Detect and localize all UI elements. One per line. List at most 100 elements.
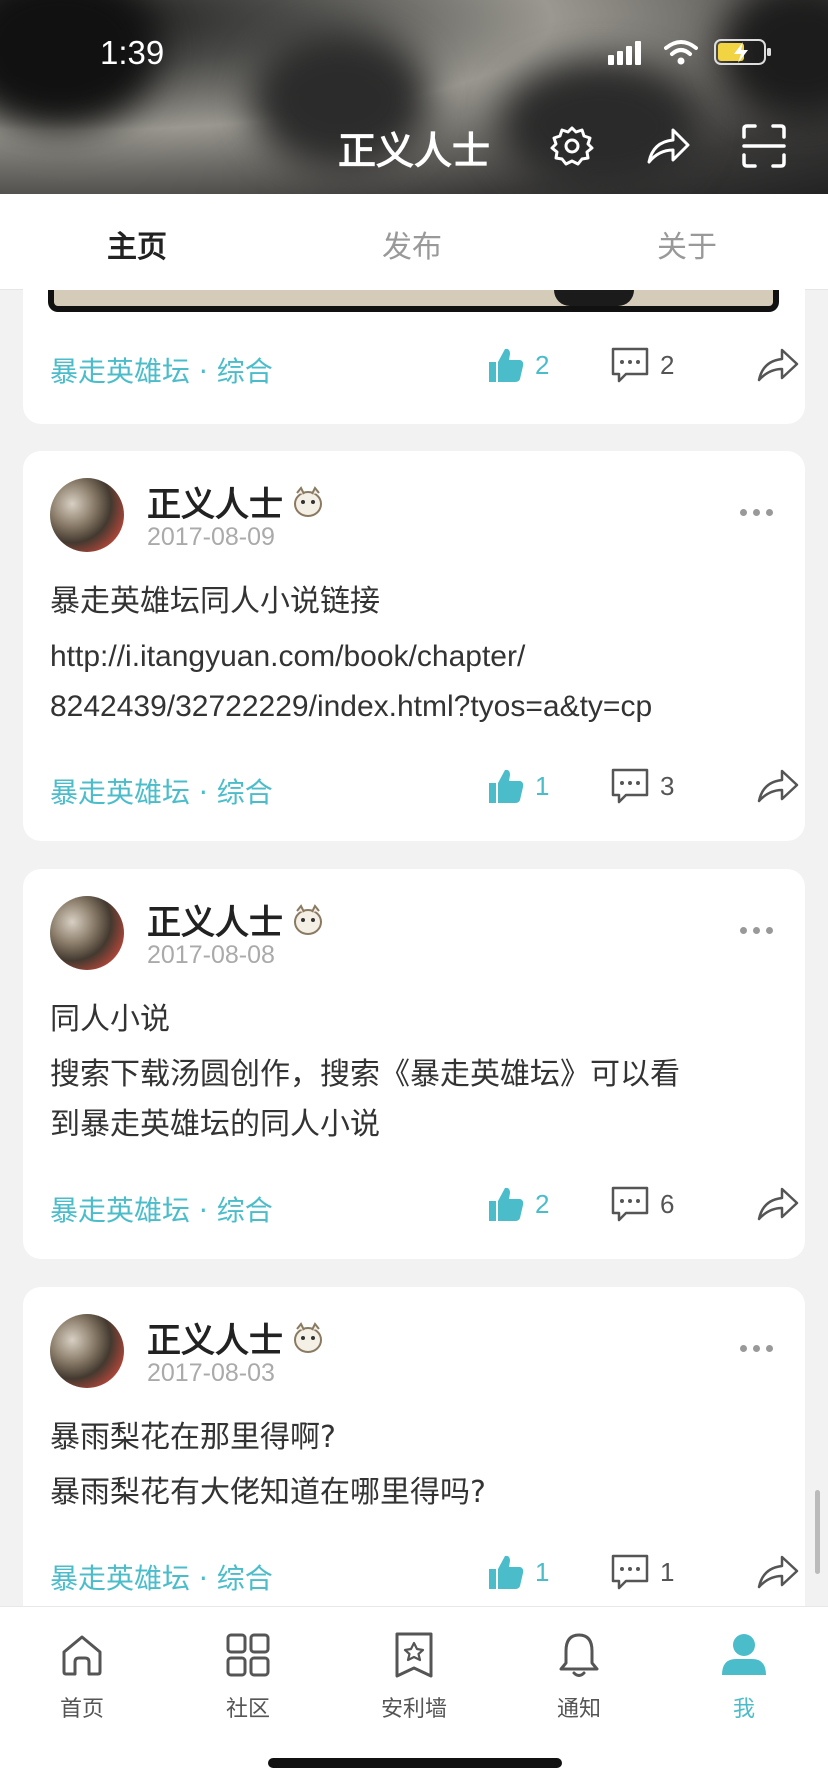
post-title: 同人小说 <box>50 1002 170 1037</box>
avatar[interactable] <box>50 896 124 970</box>
grid-icon <box>226 1633 270 1677</box>
nav-me[interactable]: 我 <box>684 1625 804 1723</box>
comment-icon <box>611 768 649 804</box>
share-profile-button[interactable] <box>644 122 692 170</box>
comment-button[interactable]: 3 <box>610 767 674 805</box>
like-button[interactable]: 2 <box>487 346 549 384</box>
home-indicator[interactable] <box>268 1758 562 1768</box>
post-body: 暴雨梨花有大佬知道在哪里得吗? <box>50 1475 486 1510</box>
comment-count: 2 <box>660 349 675 380</box>
author-name-text: 正义人士 <box>147 485 283 525</box>
wifi-icon <box>664 40 698 65</box>
card-footer: 暴走英雄坛 · 综合 2 2 <box>50 346 799 390</box>
author-name-text: 正义人士 <box>147 1321 283 1361</box>
nav-label: 首页 <box>59 1697 104 1722</box>
post-image[interactable] <box>48 290 779 312</box>
mascot-badge-icon <box>294 485 322 517</box>
tab-posts[interactable]: 发布 <box>382 222 442 266</box>
post-link[interactable]: 8242439/32722229/index.html?tyos=a&ty=cp <box>50 682 652 732</box>
nav-label: 安利墙 <box>380 1697 447 1722</box>
share-button[interactable] <box>756 1185 800 1227</box>
post-body: 到暴走英雄坛的同人小说 <box>50 1107 380 1142</box>
share-button[interactable] <box>756 1553 800 1595</box>
thumbs-up-icon <box>489 1555 524 1589</box>
more-options-button[interactable] <box>740 509 773 516</box>
mascot-badge-icon <box>294 903 322 935</box>
nav-label: 我 <box>732 1697 755 1722</box>
nav-notifications[interactable]: 通知 <box>519 1625 639 1723</box>
share-arrow-icon <box>647 128 690 164</box>
comment-icon <box>611 347 649 383</box>
header-title: 正义人士 <box>338 129 491 173</box>
card-footer: 暴走英雄坛 · 综合 2 6 <box>50 1185 799 1229</box>
author-name-text: 正义人士 <box>147 903 283 943</box>
comment-button[interactable]: 1 <box>610 1553 674 1591</box>
tab-about[interactable]: 关于 <box>657 222 717 266</box>
gear-icon <box>550 126 594 166</box>
battery-charging-icon <box>714 39 771 65</box>
comment-count: 1 <box>660 1556 675 1587</box>
author-name[interactable]: 正义人士 <box>147 1313 325 1362</box>
feed-card[interactable]: 正义人士 2017-08-08 同人小说 搜索下载汤圆创作，搜索《暴走英雄坛》可… <box>23 869 805 1259</box>
topic-tag[interactable]: 暴走英雄坛 · 综合 <box>50 771 273 811</box>
feed-card[interactable]: 正义人士 2017-08-09 暴走英雄坛同人小说链接 http://i.ita… <box>23 451 805 841</box>
person-icon <box>722 1634 766 1675</box>
bookmark-star-icon <box>395 1632 433 1678</box>
author-name[interactable]: 正义人士 <box>147 895 325 944</box>
post-link[interactable]: http://i.itangyuan.com/book/chapter/ <box>50 632 525 682</box>
post-date: 2017-08-03 <box>147 1359 275 1387</box>
share-arrow-icon <box>757 769 799 803</box>
profile-header: 1:39 正义人士 <box>0 0 828 194</box>
post-date: 2017-08-09 <box>147 523 275 551</box>
card-footer: 暴走英雄坛 · 综合 1 3 <box>50 767 799 811</box>
thumbs-up-icon <box>489 769 524 803</box>
avatar[interactable] <box>50 1314 124 1388</box>
share-arrow-icon <box>757 1187 799 1221</box>
comment-count: 3 <box>660 770 675 801</box>
post-title: 暴雨梨花在那里得啊? <box>50 1420 336 1455</box>
status-icons <box>608 38 772 66</box>
nav-label: 通知 <box>556 1697 601 1722</box>
like-button[interactable]: 1 <box>487 1553 549 1591</box>
topic-tag[interactable]: 暴走英雄坛 · 综合 <box>50 1189 273 1229</box>
feed-card[interactable]: 正义人士 2017-08-03 暴雨梨花在那里得啊? 暴雨梨花有大佬知道在哪里得… <box>23 1287 805 1647</box>
like-button[interactable]: 1 <box>487 767 549 805</box>
comment-icon <box>611 1554 649 1590</box>
status-time: 1:39 <box>100 34 165 71</box>
like-button[interactable]: 2 <box>487 1185 549 1223</box>
post-title: 暴走英雄坛同人小说链接 <box>50 584 380 619</box>
cellular-signal-icon <box>608 41 641 65</box>
like-count: 1 <box>535 770 550 801</box>
share-button[interactable] <box>756 767 800 809</box>
comment-button[interactable]: 6 <box>610 1185 674 1223</box>
scrollbar[interactable] <box>815 1490 820 1574</box>
nav-community[interactable]: 社区 <box>188 1625 308 1723</box>
scan-icon <box>742 124 786 168</box>
post-body: 搜索下载汤圆创作，搜索《暴走英雄坛》可以看 <box>50 1057 680 1092</box>
thumbs-up-icon <box>489 348 524 382</box>
more-options-button[interactable] <box>740 927 773 934</box>
author-name[interactable]: 正义人士 <box>147 477 325 526</box>
settings-button[interactable] <box>548 122 596 170</box>
share-arrow-icon <box>757 1555 799 1589</box>
more-options-button[interactable] <box>740 1345 773 1352</box>
like-count: 2 <box>535 1188 550 1219</box>
share-button[interactable] <box>756 346 800 388</box>
nav-home[interactable]: 首页 <box>22 1625 142 1723</box>
home-icon <box>62 1635 102 1676</box>
post-date: 2017-08-08 <box>147 941 275 969</box>
nav-recommend-wall[interactable]: 安利墙 <box>354 1625 474 1723</box>
comment-button[interactable]: 2 <box>610 346 674 384</box>
bell-icon <box>559 1633 599 1677</box>
image-detail <box>554 290 634 306</box>
comment-icon <box>611 1186 649 1222</box>
feed-card[interactable]: 暴走英雄坛 · 综合 2 2 <box>23 270 805 424</box>
scan-button[interactable] <box>740 122 788 170</box>
like-count: 1 <box>535 1556 550 1587</box>
topic-tag[interactable]: 暴走英雄坛 · 综合 <box>50 350 273 390</box>
avatar[interactable] <box>50 478 124 552</box>
tab-home[interactable]: 主页 <box>107 222 167 266</box>
topic-tag[interactable]: 暴走英雄坛 · 综合 <box>50 1557 273 1597</box>
thumbs-up-icon <box>489 1187 524 1221</box>
nav-label: 社区 <box>225 1697 270 1722</box>
